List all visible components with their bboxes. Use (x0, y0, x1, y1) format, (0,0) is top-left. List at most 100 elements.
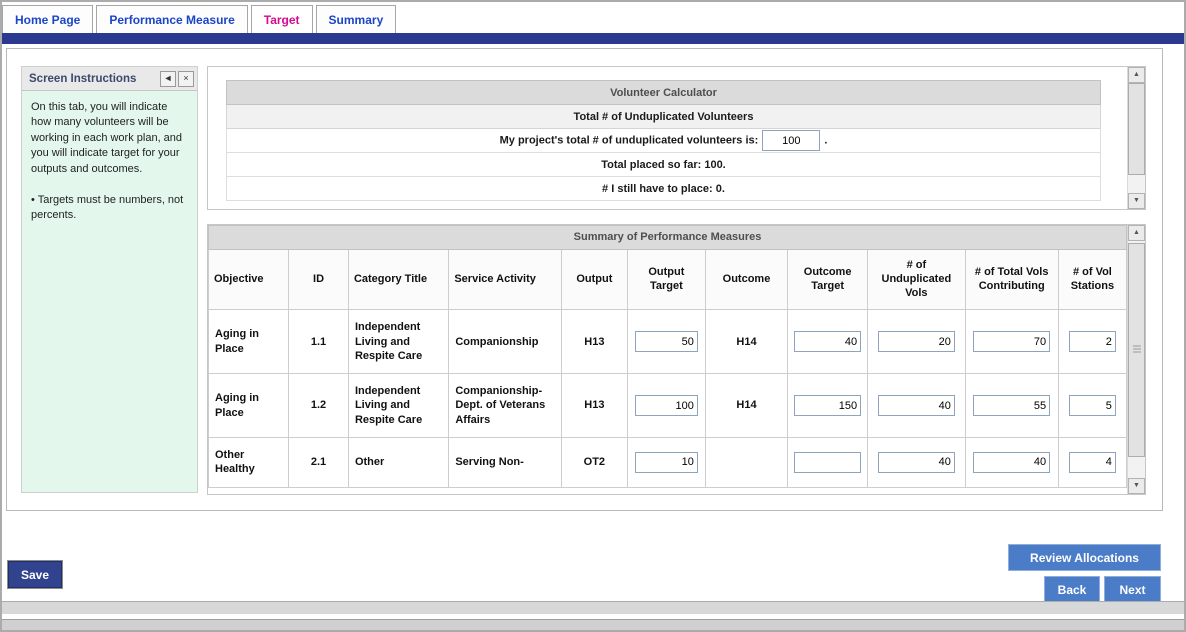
table-row: Aging in Place 1.1 Independent Living an… (209, 310, 1127, 374)
unduplicated-vols-input[interactable] (878, 331, 955, 352)
unduplicated-vols-input[interactable] (878, 452, 955, 473)
category-title-cell: Other (348, 438, 448, 488)
column-header: Outcome Target (788, 250, 868, 310)
outcome-target-input[interactable] (794, 452, 861, 473)
id-cell: 1.2 (289, 374, 349, 438)
scrollbar-grip-icon (1133, 346, 1141, 355)
scroll-down-icon[interactable]: ▼ (1128, 193, 1145, 209)
service-activity-cell: Companionship (449, 310, 562, 374)
vol-stations-input[interactable] (1069, 452, 1116, 473)
unduplicated-volunteers-input[interactable] (762, 130, 820, 151)
back-button[interactable]: Back (1044, 576, 1100, 603)
output-target-input[interactable] (635, 395, 698, 416)
unduplicated-vols-cell (868, 310, 965, 374)
summary-scrollbar[interactable]: ▲ ▼ (1127, 225, 1145, 494)
vol-stations-input[interactable] (1069, 395, 1116, 416)
total-vols-cell (965, 310, 1058, 374)
column-header: ID (289, 250, 349, 310)
outcome-target-cell (788, 438, 868, 488)
volunteer-calculator-table: Volunteer Calculator Total # of Unduplic… (226, 80, 1101, 201)
output-target-input[interactable] (635, 331, 698, 352)
total-placed-text: Total placed so far: 100. (227, 153, 1101, 177)
calculator-title: Volunteer Calculator (227, 81, 1101, 105)
service-activity-cell: Serving Non- (449, 438, 562, 488)
screen-instructions-body: On this tab, you will indicate how many … (22, 91, 197, 249)
calculator-input-label: My project's total # of unduplicated vol… (500, 134, 759, 146)
main-content: Screen Instructions ◄ × On this tab, you… (6, 48, 1163, 511)
objective-cell: Aging in Place (209, 310, 289, 374)
column-header: Output (561, 250, 627, 310)
summary-scrollbar-thumb[interactable] (1128, 243, 1145, 457)
table-row: Other Healthy 2.1 Other Serving Non- OT2 (209, 438, 1127, 488)
close-panel-icon[interactable]: × (178, 71, 194, 87)
output-cell: H13 (561, 310, 627, 374)
output-target-cell (627, 310, 705, 374)
service-activity-cell: Companionship-Dept. of Veterans Affairs (449, 374, 562, 438)
id-cell: 1.1 (289, 310, 349, 374)
outcome-target-input[interactable] (794, 395, 861, 416)
tab-home-page[interactable]: Home Page (2, 5, 93, 33)
tab-target[interactable]: Target (251, 5, 313, 33)
column-header: # of Total Vols Contributing (965, 250, 1058, 310)
calculator-scrollbar-thumb[interactable] (1128, 83, 1145, 175)
volunteer-calculator-panel: Volunteer Calculator Total # of Unduplic… (207, 66, 1146, 210)
scroll-up-icon[interactable]: ▲ (1128, 225, 1145, 241)
volunteer-calculator-scroll-area: Volunteer Calculator Total # of Unduplic… (208, 67, 1127, 209)
performance-measures-scroll-area: Summary of Performance Measures Objectiv… (208, 225, 1127, 494)
calculator-scrollbar[interactable]: ▲ ▼ (1127, 67, 1145, 209)
table-row: Aging in Place 1.2 Independent Living an… (209, 374, 1127, 438)
output-target-cell (627, 438, 705, 488)
category-title-cell: Independent Living and Respite Care (348, 310, 448, 374)
vol-stations-cell (1058, 310, 1126, 374)
total-vols-contributing-input[interactable] (973, 331, 1050, 352)
application-window: Home PagePerformance MeasureTargetSummar… (0, 0, 1186, 632)
outcome-target-input[interactable] (794, 331, 861, 352)
id-cell: 2.1 (289, 438, 349, 488)
tab-performance-measure[interactable]: Performance Measure (96, 5, 247, 33)
calculator-subtitle: Total # of Unduplicated Volunteers (227, 105, 1101, 129)
performance-measures-table: Summary of Performance Measures Objectiv… (208, 225, 1127, 488)
remaining-to-place-text: # I still have to place: 0. (227, 177, 1101, 201)
outcome-cell: H14 (705, 310, 787, 374)
output-target-input[interactable] (635, 452, 698, 473)
column-header: # of Vol Stations (1058, 250, 1126, 310)
column-header: Outcome (705, 250, 787, 310)
scroll-down-icon[interactable]: ▼ (1128, 478, 1145, 494)
review-allocations-button[interactable]: Review Allocations (1008, 544, 1161, 571)
unduplicated-vols-cell (868, 374, 965, 438)
window-bottom-bar (2, 619, 1184, 631)
objective-cell: Aging in Place (209, 374, 289, 438)
column-header: Output Target (627, 250, 705, 310)
unduplicated-vols-input[interactable] (878, 395, 955, 416)
tab-summary[interactable]: Summary (316, 5, 397, 33)
screen-instructions-header: Screen Instructions ◄ × (22, 67, 197, 91)
column-header: Objective (209, 250, 289, 310)
total-vols-contributing-input[interactable] (973, 395, 1050, 416)
performance-measures-panel: Summary of Performance Measures Objectiv… (207, 224, 1146, 495)
summary-header-row: ObjectiveIDCategory TitleService Activit… (209, 250, 1127, 310)
summary-scrollbar-track[interactable] (1128, 241, 1145, 478)
vol-stations-cell (1058, 438, 1126, 488)
total-vols-cell (965, 438, 1058, 488)
instructions-note: • Targets must be numbers, not percents. (31, 193, 188, 224)
calculator-scrollbar-track[interactable] (1128, 83, 1145, 193)
save-button[interactable]: Save (8, 561, 62, 588)
scroll-up-icon[interactable]: ▲ (1128, 67, 1145, 83)
output-target-cell (627, 374, 705, 438)
collapse-panel-icon[interactable]: ◄ (160, 71, 176, 87)
outcome-cell: H14 (705, 374, 787, 438)
vol-stations-cell (1058, 374, 1126, 438)
output-cell: H13 (561, 374, 627, 438)
vol-stations-input[interactable] (1069, 331, 1116, 352)
screen-instructions-title: Screen Instructions (29, 73, 158, 85)
outcome-cell (705, 438, 787, 488)
outcome-target-cell (788, 374, 868, 438)
total-vols-contributing-input[interactable] (973, 452, 1050, 473)
calculator-input-suffix: . (824, 134, 827, 146)
calculator-input-row: My project's total # of unduplicated vol… (227, 129, 1101, 153)
category-title-cell: Independent Living and Respite Care (348, 374, 448, 438)
tab-bar: Home PagePerformance MeasureTargetSummar… (2, 2, 1184, 33)
next-button[interactable]: Next (1104, 576, 1161, 603)
status-bar (2, 601, 1184, 614)
header-divider-bar (2, 33, 1184, 44)
